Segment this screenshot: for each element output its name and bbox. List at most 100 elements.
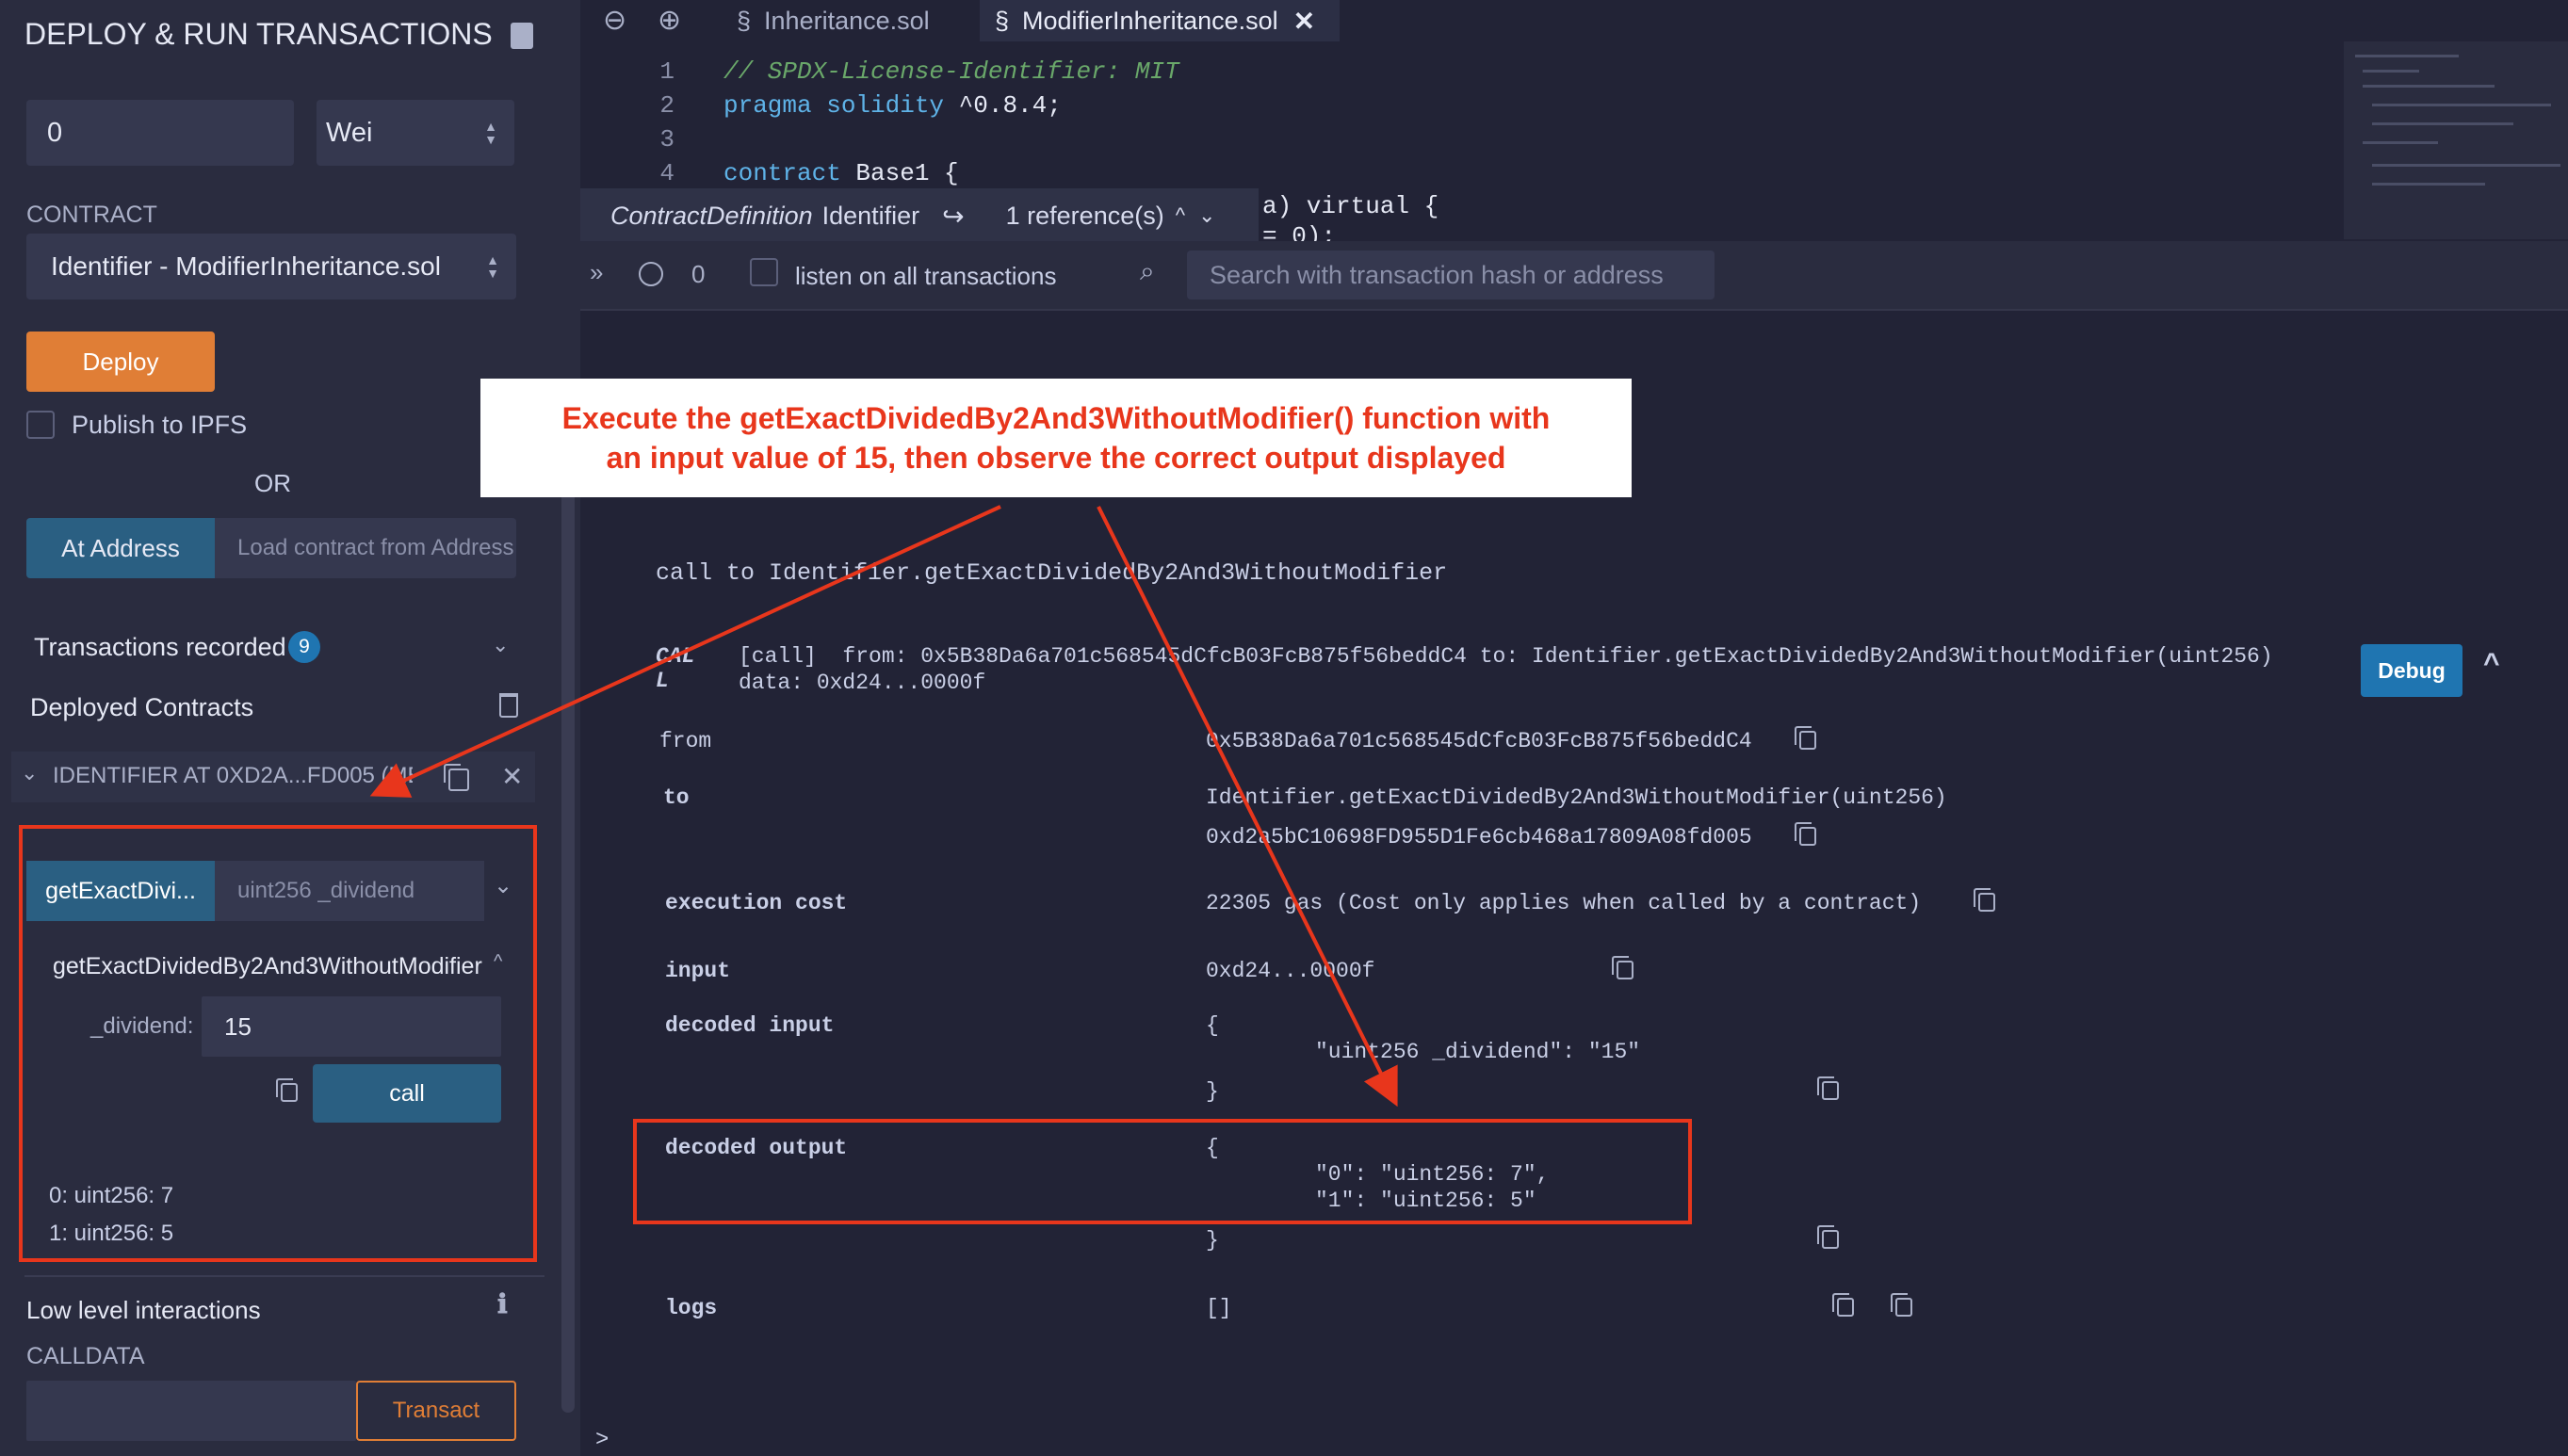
- chevron-down-icon[interactable]: ⌄: [1198, 203, 1215, 228]
- row-cost-value: 22305 gas (Cost only applies when called…: [1206, 891, 1922, 915]
- unit-select-value: Wei: [326, 117, 373, 148]
- row-logs-key: logs: [665, 1296, 718, 1320]
- chevron-down-icon[interactable]: ⌄: [492, 633, 509, 657]
- decoded-output-close: }: [1206, 1228, 1219, 1253]
- publish-ipfs-checkbox[interactable]: [26, 411, 55, 439]
- row-cost-key: execution cost: [665, 891, 848, 915]
- clear-console-icon[interactable]: [639, 262, 663, 286]
- collapse-terminal-icon[interactable]: »: [590, 258, 603, 287]
- go-to-definition-icon[interactable]: ↪: [942, 201, 964, 232]
- row-input-key: input: [665, 959, 731, 983]
- tooltip-kind: ContractDefinition: [610, 201, 813, 230]
- transactions-count-badge: 9: [288, 631, 320, 663]
- panel-title: DEPLOY & RUN TRANSACTIONS: [24, 17, 493, 51]
- code-lines: 1 // SPDX-License-Identifier: MIT 2 prag…: [627, 55, 1179, 190]
- at-address-button[interactable]: At Address: [26, 518, 215, 578]
- transactions-recorded-label[interactable]: Transactions recorded: [34, 633, 286, 662]
- row-from-key: from: [659, 729, 712, 753]
- row-logs-value: []: [1206, 1296, 1232, 1320]
- low-level-label: Low level interactions: [26, 1296, 261, 1324]
- annotation-line-2: an input value of 15, then observe the c…: [606, 441, 1506, 475]
- value-input[interactable]: 0: [26, 100, 294, 166]
- debug-button[interactable]: Debug: [2361, 644, 2462, 697]
- solidity-file-icon: §: [737, 6, 752, 35]
- code-text: Base1 {: [840, 159, 959, 187]
- listen-label: listen on all transactions: [795, 262, 1057, 290]
- deploy-button[interactable]: Deploy: [26, 332, 215, 392]
- zoom-out-icon[interactable]: ⊖: [603, 4, 626, 37]
- row-to-value-2: 0xd2a5bC10698FD955D1Fe6cb468a17809A08fd0…: [1206, 825, 1752, 849]
- highlight-decoded-output: [633, 1119, 1692, 1224]
- copy-icon[interactable]: [1891, 1293, 1912, 1321]
- docs-icon[interactable]: [511, 23, 533, 49]
- line-number: 2: [659, 91, 675, 120]
- code-text: // SPDX-License-Identifier: MIT: [723, 57, 1179, 86]
- copy-icon[interactable]: [1817, 1076, 1839, 1105]
- copy-icon[interactable]: [1974, 888, 1995, 916]
- row-decoded-input-key: decoded input: [665, 1013, 835, 1038]
- call-badge: CALL: [656, 644, 695, 693]
- annotation-line-1: Execute the getExactDividedBy2And3Withou…: [561, 401, 1551, 435]
- chevron-up-icon[interactable]: ^: [1176, 203, 1185, 228]
- unit-select[interactable]: Wei ▲ ▼: [317, 100, 514, 166]
- deployed-contracts-label: Deployed Contracts: [30, 693, 254, 721]
- info-icon[interactable]: ℹ: [497, 1288, 508, 1319]
- row-input-value: 0xd24...0000f: [1206, 959, 1375, 983]
- decoded-input-line: "uint256 _dividend": "15": [1315, 1040, 1641, 1064]
- code-partial-2: = 0);: [1262, 222, 1337, 241]
- or-label: OR: [254, 469, 291, 497]
- tooltip-references: 1 reference(s): [1005, 201, 1164, 230]
- row-to-key: to: [663, 785, 690, 810]
- listen-checkbox[interactable]: [750, 258, 778, 286]
- calldata-input[interactable]: [26, 1381, 356, 1441]
- tab-label: ModifierInheritance.sol: [1022, 6, 1278, 35]
- code-line-1: 1 // SPDX-License-Identifier: MIT: [627, 55, 1179, 89]
- load-address-input[interactable]: Load contract from Address: [215, 518, 516, 578]
- chevron-down-icon[interactable]: ⌄: [21, 761, 38, 785]
- contract-select-value: Identifier - ModifierInheritance.sol: [51, 251, 441, 281]
- transaction-search-input[interactable]: Search with transaction hash or address: [1187, 251, 1715, 299]
- close-icon[interactable]: ✕: [501, 761, 523, 792]
- zoom-in-icon[interactable]: ⊕: [658, 4, 681, 37]
- copy-icon[interactable]: [444, 764, 469, 796]
- transact-button[interactable]: Transact: [356, 1381, 516, 1441]
- annotation-callout: Execute the getExactDividedBy2And3Withou…: [480, 379, 1632, 497]
- line-number: 1: [659, 57, 675, 86]
- code-line-4: 4 contract Base1 {: [627, 156, 1179, 190]
- tab-inheritance[interactable]: § Inheritance.sol: [722, 0, 991, 41]
- code-text: ^0.8.4;: [944, 91, 1062, 120]
- publish-ipfs-label: Publish to IPFS: [72, 411, 248, 439]
- contract-label: CONTRACT: [26, 202, 157, 228]
- contract-select[interactable]: Identifier - ModifierInheritance.sol ▲ ▼: [26, 234, 516, 299]
- panel-scrollbar[interactable]: [561, 471, 575, 1413]
- decoded-input-close: }: [1206, 1079, 1219, 1104]
- code-partial: a) virtual {: [1262, 192, 1439, 220]
- code-line-2: 2 pragma solidity ^0.8.4;: [627, 89, 1179, 122]
- trash-icon[interactable]: [499, 693, 518, 718]
- row-to-value-1: Identifier.getExactDividedBy2And3Without…: [1206, 785, 1947, 810]
- code-minimap[interactable]: [2344, 41, 2568, 239]
- close-tab-icon[interactable]: ✕: [1293, 6, 1315, 37]
- chevron-up-icon[interactable]: ^: [2483, 648, 2500, 680]
- terminal-prompt[interactable]: >: [595, 1428, 609, 1453]
- tab-label: Inheritance.sol: [764, 6, 930, 35]
- calldata-label: CALLDATA: [26, 1343, 145, 1369]
- solidity-file-icon: §: [995, 6, 1010, 35]
- tab-modifierinheritance[interactable]: § ModifierInheritance.sol ✕: [980, 0, 1340, 41]
- line-number: 4: [659, 159, 675, 187]
- call-header: call to Identifier.getExactDividedBy2And…: [656, 559, 1448, 587]
- instance-label: IDENTIFIER AT 0XD2A...FD005 (ME: [53, 763, 413, 788]
- decoded-input-open: {: [1206, 1013, 1219, 1038]
- copy-icon[interactable]: [1795, 822, 1816, 850]
- line-number: 3: [659, 125, 675, 154]
- code-keyword: contract: [723, 159, 841, 187]
- copy-icon[interactable]: [1817, 1225, 1839, 1254]
- pending-count: 0: [691, 260, 706, 288]
- copy-icon[interactable]: [1832, 1293, 1854, 1321]
- select-arrows-icon: ▲ ▼: [484, 119, 497, 147]
- code-line-3: 3: [627, 122, 1179, 156]
- code-keyword: pragma solidity: [723, 91, 945, 120]
- row-from-value: 0x5B38Da6a701c568545dCfcB03FcB875f56bedd…: [1206, 729, 1752, 753]
- copy-icon[interactable]: [1795, 726, 1816, 754]
- copy-icon[interactable]: [1612, 956, 1633, 984]
